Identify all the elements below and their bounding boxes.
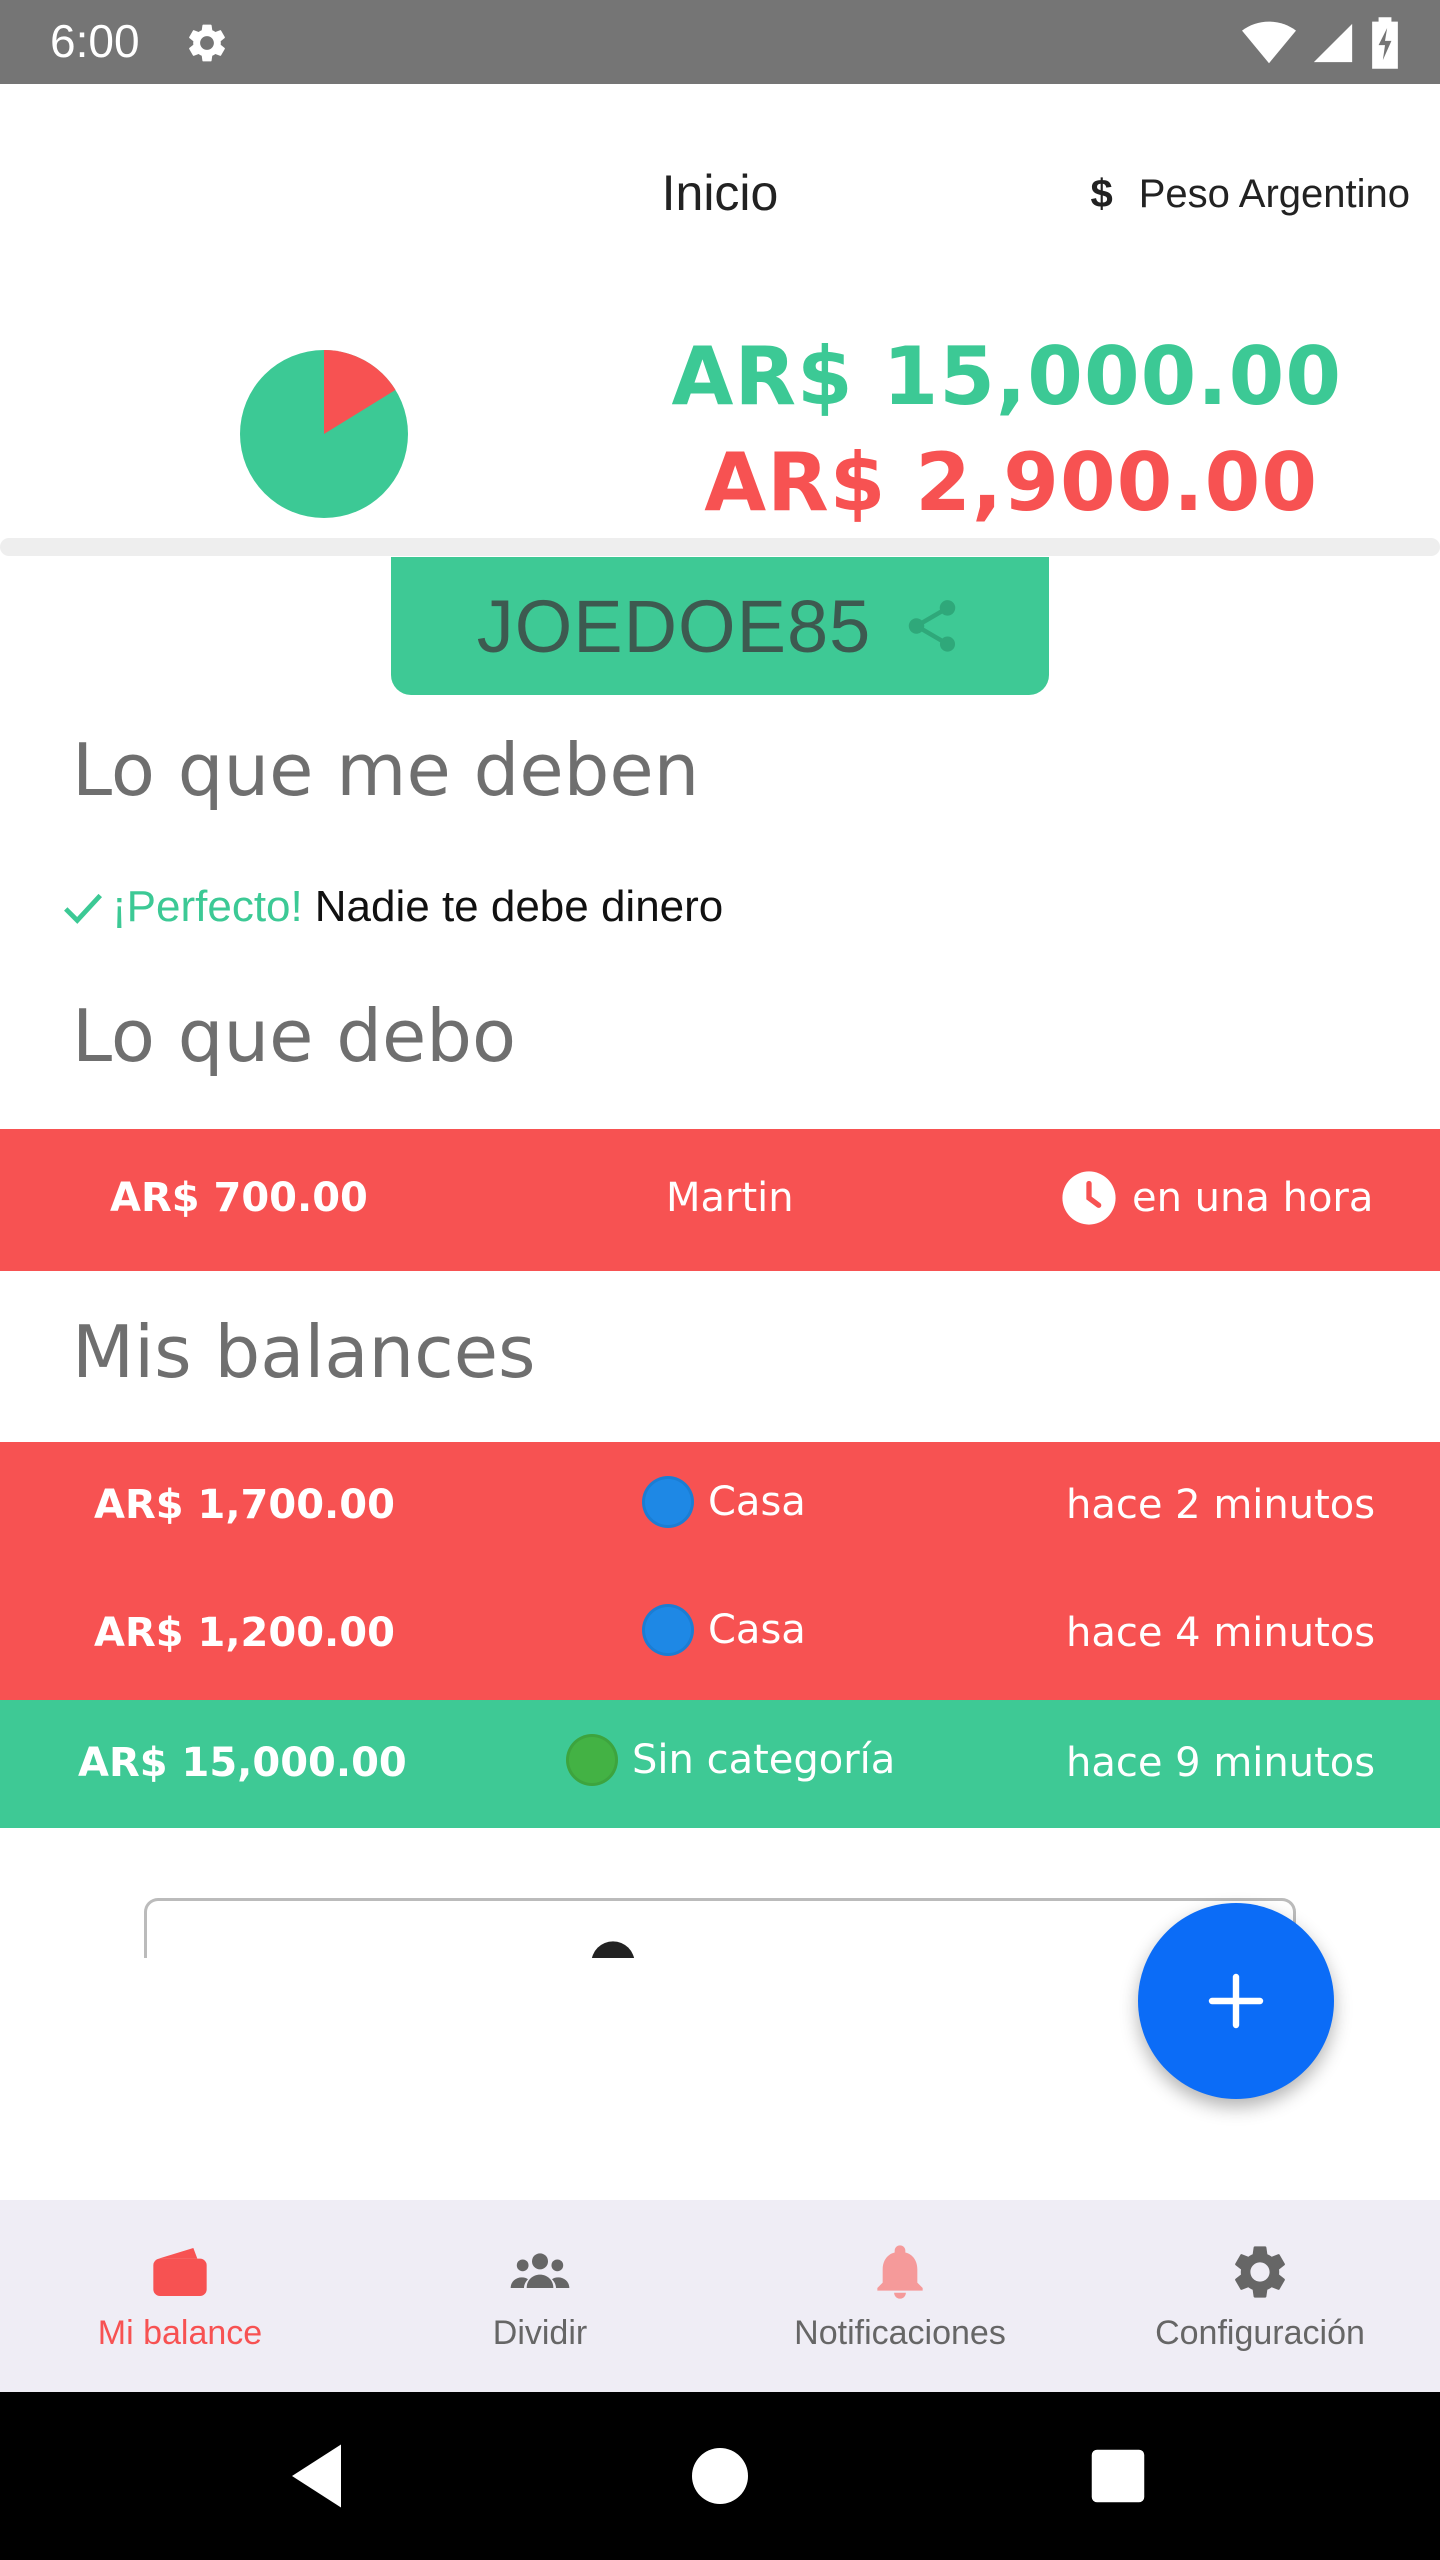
nav-dividir[interactable]: Dividir (360, 2200, 720, 2392)
nav-notificaciones[interactable]: Notificaciones (720, 2200, 1080, 2392)
system-navigation-bar (0, 2392, 1440, 2560)
currency-selector[interactable]: $ Peso Argentino (1090, 172, 1410, 217)
currency-symbol: $ (1090, 172, 1113, 216)
balance-time: hace 2 minutos (1066, 1482, 1376, 1528)
balance-time: hace 4 minutos (1066, 1610, 1376, 1656)
category-dot (642, 1604, 694, 1656)
status-indicators (1242, 17, 1400, 69)
status-bar: 6:00 (0, 0, 1440, 84)
signal-icon (1313, 23, 1353, 63)
balance-time: hace 9 minutos (1066, 1740, 1376, 1786)
nav-label: Configuración (1155, 2313, 1365, 2352)
add-fab-button[interactable] (1138, 1903, 1334, 2099)
bell-icon (877, 2244, 923, 2299)
total-negative-amount: AR$ 2,900.00 (704, 436, 1318, 529)
debt-due-time: en una hora (1132, 1175, 1374, 1221)
debt-person: Martin (666, 1175, 794, 1221)
perfect-label: ¡Perfecto! (112, 882, 303, 931)
balance-row[interactable]: AR$ 1,700.00 Casa hace 2 minutos (0, 1442, 1440, 1570)
clock-icon (1062, 1171, 1116, 1225)
balance-row[interactable]: AR$ 1,200.00 Casa hace 4 minutos (0, 1570, 1440, 1700)
app-header: Inicio $ Peso Argentino (0, 84, 1440, 314)
battery-icon (1372, 17, 1398, 69)
share-icon (909, 600, 956, 652)
partial-card[interactable] (144, 1898, 1296, 1958)
nav-configuracion[interactable]: Configuración (1080, 2200, 1440, 2392)
back-icon[interactable] (278, 2434, 362, 2518)
gear-icon (1235, 2245, 1285, 2298)
check-icon (64, 893, 103, 924)
owed-message: Nadie te debe dinero (314, 882, 724, 931)
bottom-navigation: Mi balance Dividir Notificaciones Config… (0, 2200, 1440, 2392)
wallet-icon (153, 2247, 207, 2296)
settings-status-icon (189, 24, 225, 62)
debts-section-title: Lo que debo (72, 994, 517, 1078)
balance-category: Casa (642, 1476, 806, 1528)
group-icon (510, 2252, 570, 2288)
nav-label: Dividir (492, 2313, 588, 2352)
balance-amount: AR$ 15,000.00 (78, 1740, 407, 1786)
nav-label: Mi balance (97, 2313, 263, 2352)
nav-mi-balance[interactable]: Mi balance (0, 2200, 360, 2392)
category-dot (642, 1476, 694, 1528)
category-label: Sin categoría (632, 1737, 896, 1783)
plus-icon (1208, 1973, 1264, 2029)
user-code: JOEDOE85 (476, 584, 872, 668)
total-positive-amount: AR$ 15,000.00 (671, 330, 1342, 423)
recents-icon[interactable] (1076, 2434, 1160, 2518)
owed-section-title: Lo que me deben (72, 728, 700, 812)
balance-pie-chart (240, 350, 408, 518)
balances-section-title: Mis balances (72, 1310, 536, 1394)
home-icon[interactable] (678, 2434, 762, 2518)
currency-name: Peso Argentino (1138, 172, 1410, 216)
category-label: Casa (708, 1479, 806, 1525)
balance-amount: AR$ 1,700.00 (94, 1482, 395, 1528)
wifi-icon (1242, 21, 1296, 64)
balance-category: Sin categoría (566, 1734, 895, 1786)
balance-row[interactable]: AR$ 15,000.00 Sin categoría hace 9 minut… (0, 1700, 1440, 1828)
category-dot (566, 1734, 618, 1786)
debt-due: en una hora (1060, 1169, 1373, 1227)
divider (0, 538, 1440, 556)
nav-label: Notificaciones (794, 2313, 1006, 2352)
category-label: Casa (708, 1607, 806, 1653)
balance-amount: AR$ 1,200.00 (94, 1610, 395, 1656)
balance-category: Casa (642, 1604, 806, 1656)
status-time: 6:00 (50, 15, 140, 67)
debt-amount: AR$ 700.00 (110, 1175, 368, 1221)
share-code-button[interactable]: JOEDOE85 (391, 557, 1049, 695)
debt-row[interactable]: AR$ 700.00 Martin en una hora (0, 1129, 1440, 1271)
chart-icon (591, 1941, 635, 1958)
owed-empty-message: ¡Perfecto! Nadie te debe dinero (60, 882, 723, 932)
